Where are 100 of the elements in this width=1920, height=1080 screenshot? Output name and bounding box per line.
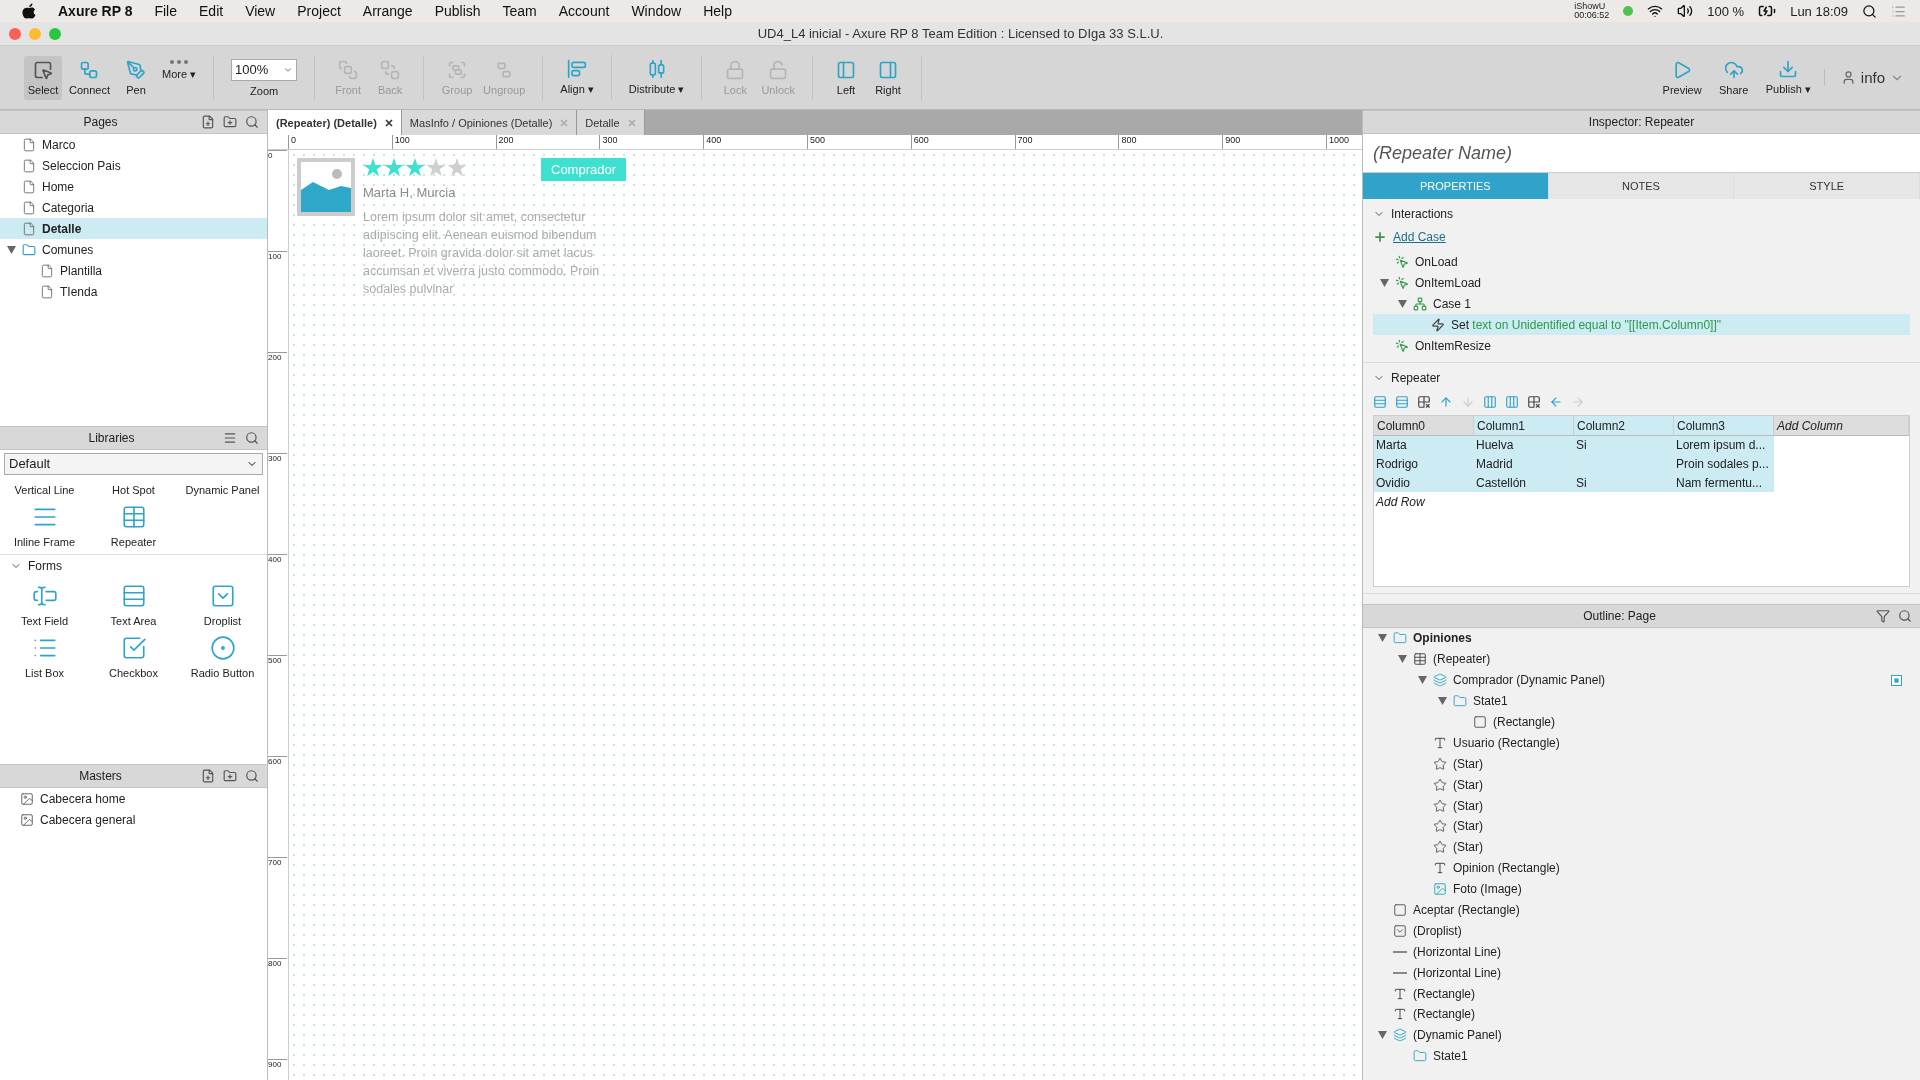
interaction-item[interactable]: OnItemLoad [1373, 272, 1910, 293]
outline-item[interactable]: (Repeater) [1363, 648, 1920, 670]
outline-item[interactable]: (Star) [1363, 816, 1920, 837]
left-tool[interactable]: Left [827, 55, 865, 100]
menu-item[interactable]: Team [502, 3, 537, 19]
menu-item[interactable]: Window [631, 3, 682, 19]
outline-item[interactable]: (Dynamic Panel) [1363, 1024, 1920, 1046]
library-select[interactable]: Default [4, 452, 263, 475]
outline-item[interactable]: Opiniones [1363, 628, 1920, 649]
add-column-header[interactable]: Add Column [1774, 416, 1909, 436]
table-cell[interactable]: Huelva [1474, 435, 1574, 454]
outline-item[interactable]: (Star) [1363, 753, 1920, 775]
table-cell[interactable]: Rodrigo [1374, 454, 1474, 473]
more-tool[interactable]: More ▾ [159, 55, 200, 100]
preview-tool[interactable]: Preview [1659, 55, 1705, 100]
outline-item[interactable]: (Horizontal Line) [1363, 941, 1920, 963]
page-item[interactable]: Categoria [0, 197, 267, 218]
inspector-tab[interactable]: STYLE [1734, 173, 1920, 199]
outline-item[interactable]: Aceptar (Rectangle) [1363, 899, 1920, 921]
caret-icon[interactable] [1377, 634, 1387, 643]
caret-icon[interactable] [1437, 697, 1447, 706]
outline-item[interactable]: (Rectangle) [1363, 983, 1920, 1005]
caret-icon[interactable] [1417, 676, 1427, 685]
user-menu[interactable]: info [1823, 69, 1910, 86]
menu-item[interactable]: Help [703, 3, 732, 19]
menu-item[interactable]: File [154, 3, 177, 19]
menu-item[interactable]: Publish [434, 3, 481, 19]
table-cell[interactable]: Marta [1374, 435, 1474, 454]
close-icon[interactable] [384, 118, 393, 127]
outline-item[interactable]: Foto (Image) [1363, 878, 1920, 900]
outline-item[interactable]: Opinion (Rectangle) [1363, 857, 1920, 879]
column-header[interactable]: Column0 [1374, 416, 1474, 436]
outline-item[interactable]: Usuario (Rectangle) [1363, 732, 1920, 754]
page-item[interactable]: Plantilla [0, 260, 267, 281]
outline-item[interactable]: (Droplist) [1363, 920, 1920, 942]
section-header[interactable]: Repeater [1373, 369, 1910, 387]
outline-item[interactable]: State1 [1363, 690, 1920, 712]
outline-item[interactable]: (Star) [1363, 795, 1920, 816]
library-widget[interactable]: Radio Button [178, 634, 267, 679]
menu-item[interactable]: Account [558, 3, 610, 19]
caret-icon[interactable] [1397, 299, 1407, 308]
menu-item[interactable]: View [245, 3, 276, 19]
section-header[interactable]: Forms [0, 553, 267, 577]
library-widget[interactable]: Inline Frame [0, 503, 89, 548]
master-item[interactable]: Cabecera general [0, 809, 267, 831]
right-tool[interactable]: Right [869, 55, 907, 100]
document-tab[interactable]: Detalle [577, 110, 645, 135]
library-widget[interactable]: Text Field [0, 582, 89, 627]
page-item[interactable]: Marco [0, 134, 267, 155]
table-cell[interactable]: Si [1574, 435, 1674, 454]
caret-icon[interactable] [1397, 655, 1407, 664]
menu-item[interactable]: Arrange [362, 3, 413, 19]
select-tool[interactable]: Select [24, 55, 62, 100]
caret-icon[interactable] [6, 245, 16, 254]
library-widget[interactable]: Repeater [89, 503, 178, 548]
library-widget[interactable]: Hot Spot [89, 483, 178, 496]
app-menu[interactable]: Axure RP 8 [58, 3, 133, 19]
caret-icon[interactable] [1379, 278, 1389, 287]
add-case-link[interactable]: Add Case [1393, 230, 1446, 244]
menu-item[interactable]: Edit [199, 3, 224, 19]
library-widget[interactable]: Text Area [89, 582, 178, 627]
outline-item[interactable]: (Star) [1363, 774, 1920, 796]
add-row-cell[interactable]: Add Row [1374, 494, 1474, 509]
zoom-tool[interactable]: 100% Zoom [228, 54, 301, 101]
caret-icon[interactable] [1377, 1031, 1387, 1040]
outline-item[interactable]: State1 [1363, 1045, 1920, 1067]
library-widget[interactable]: Dynamic Panel [178, 483, 267, 496]
page-item[interactable]: Detalle [0, 218, 267, 239]
table-cell[interactable]: Ovidio [1374, 473, 1474, 492]
share-tool[interactable]: Share [1714, 55, 1753, 100]
outline-item[interactable]: Comprador (Dynamic Panel) [1363, 669, 1920, 691]
table-cell[interactable]: Nam fermentu... [1674, 473, 1774, 492]
table-cell[interactable]: Madrid [1474, 454, 1574, 473]
section-header[interactable]: Interactions [1373, 205, 1910, 223]
library-widget[interactable]: Vertical Line [0, 483, 89, 496]
outline-item[interactable]: (Horizontal Line) [1363, 962, 1920, 984]
library-widget[interactable]: Checkbox [89, 634, 178, 679]
outline-item[interactable]: (Star) [1363, 836, 1920, 858]
interaction-item[interactable]: OnItemResize [1373, 335, 1910, 356]
visibility-marker-icon[interactable] [1891, 674, 1902, 686]
page-item[interactable]: Home [0, 176, 267, 197]
table-cell[interactable]: Lorem ipsum d... [1674, 435, 1774, 454]
name-field[interactable]: (Repeater Name) [1363, 134, 1920, 173]
column-header[interactable]: Column1 [1474, 416, 1574, 436]
table-cell[interactable]: Castellón [1474, 473, 1574, 492]
library-widget[interactable]: Droplist [178, 582, 267, 627]
menu-item[interactable]: Project [297, 3, 341, 19]
interaction-item[interactable]: Case 1 [1373, 293, 1910, 314]
outline-item[interactable]: (Rectangle) [1363, 1004, 1920, 1025]
inspector-tab[interactable]: NOTES [1548, 173, 1735, 199]
column-header[interactable]: Column2 [1574, 416, 1674, 436]
align-tool[interactable]: Align ▾ [557, 55, 597, 100]
publish-tool[interactable]: Publish ▾ [1762, 55, 1814, 100]
interaction-item[interactable]: Set text on Unidentified equal to "[[Item.Column0]]" [1373, 314, 1910, 335]
table-cell[interactable]: Si [1574, 473, 1674, 492]
apple-icon[interactable] [22, 3, 36, 19]
column-header[interactable]: Column3 [1674, 416, 1774, 436]
master-item[interactable]: Cabecera home [0, 788, 267, 810]
page-item[interactable]: Comunes [0, 239, 267, 260]
pen-tool[interactable]: Pen [117, 55, 155, 100]
